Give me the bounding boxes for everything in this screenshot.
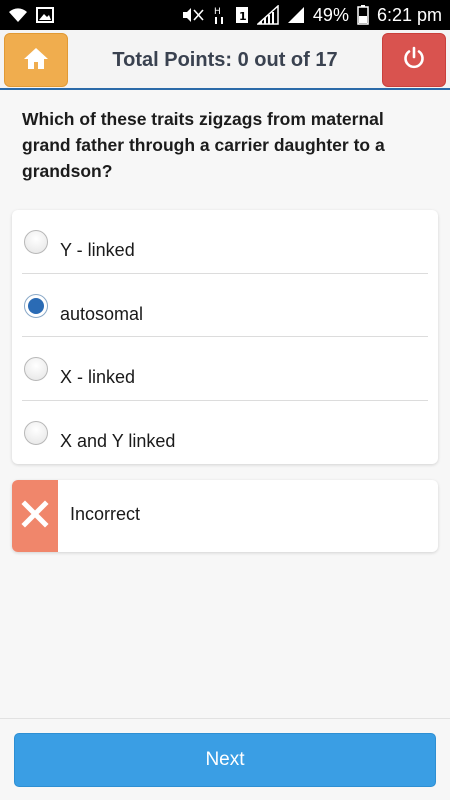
image-icon xyxy=(36,7,54,23)
svg-text:H: H xyxy=(214,7,221,17)
radio-button[interactable] xyxy=(24,420,48,445)
next-button[interactable]: Next xyxy=(14,733,436,787)
status-right: H 1 49% 6:21 pm xyxy=(181,5,442,26)
h-network-icon: H xyxy=(213,5,227,25)
option-label: X - linked xyxy=(60,367,136,387)
option-label: autosomal xyxy=(60,303,144,324)
points-title: Total Points: 0 out of 17 xyxy=(112,48,338,71)
signal2-icon xyxy=(287,6,305,24)
wifi-icon xyxy=(8,7,28,23)
cross-icon xyxy=(21,499,49,533)
header: Total Points: 0 out of 17 xyxy=(0,30,450,90)
option-label: Y - linked xyxy=(60,240,135,260)
radio-button-selected[interactable] xyxy=(24,293,48,318)
home-button[interactable] xyxy=(4,33,68,87)
question-text: Which of these traits zigzags from mater… xyxy=(22,109,385,181)
battery-percent: 49% xyxy=(312,4,349,25)
home-icon xyxy=(23,46,49,75)
option-x-and-y-linked[interactable]: X and Y linked xyxy=(22,401,428,465)
option-autosomal[interactable]: autosomal xyxy=(22,274,428,337)
option-label: X and Y linked xyxy=(60,430,176,451)
svg-text:1: 1 xyxy=(239,10,247,23)
option-y-linked[interactable]: Y - linked xyxy=(22,210,428,274)
signal-icon xyxy=(256,5,279,25)
sim1-icon: 1 xyxy=(235,6,249,24)
options-list: Y - linked autosomal X - linked X and Y … xyxy=(12,210,438,464)
radio-button[interactable] xyxy=(24,230,48,254)
mute-icon xyxy=(181,7,205,23)
radio-button[interactable] xyxy=(24,357,48,381)
power-button[interactable] xyxy=(382,33,446,87)
status-bar: H 1 49% 6:21 pm xyxy=(0,0,450,30)
footer: Next xyxy=(0,718,450,800)
result-icon-box xyxy=(12,480,58,552)
result-feedback: Incorrect xyxy=(12,480,438,552)
option-x-linked[interactable]: X - linked xyxy=(22,337,428,401)
power-icon xyxy=(402,46,426,75)
result-text: Incorrect xyxy=(70,504,141,524)
status-left xyxy=(8,7,54,23)
clock: 6:21 pm xyxy=(376,4,442,25)
battery-icon xyxy=(357,5,369,25)
